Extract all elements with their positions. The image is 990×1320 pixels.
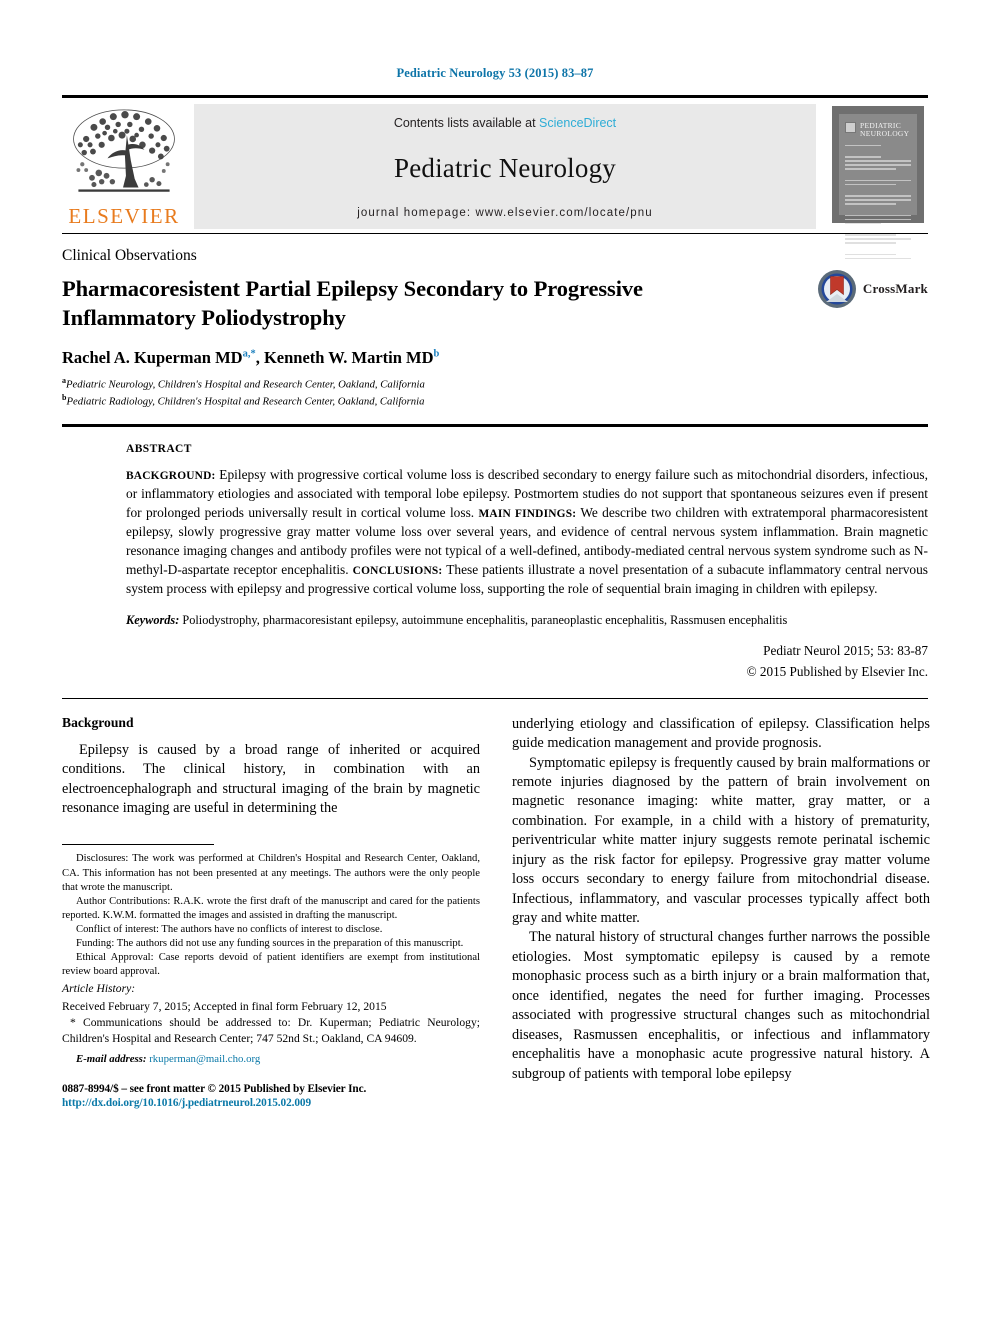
cover-frame: PEDIATRIC NEUROLOGY [832,106,924,260]
cover-publisher-icon [845,122,856,133]
contents-available-line: Contents lists available at ScienceDirec… [394,116,616,130]
author-2-affiliation-marker[interactable]: b [434,349,440,360]
journal-cover-thumbnail[interactable]: PEDIATRIC NEUROLOGY [826,104,928,260]
footnote-ethical-approval: Ethical Approval: Case reports devoid of… [62,951,480,978]
crossmark-label: CrossMark [862,281,928,296]
abstract-body: BACKGROUND: Epilepsy with progressive co… [126,465,928,599]
affiliation-a: aPediatric Neurology, Children's Hospita… [62,375,928,392]
contents-prefix: Contents lists available at [393,116,540,130]
paragraph-right-1-continued: underlying etiology and classification o… [512,715,930,752]
affiliation-b-text: Pediatric Radiology, Children's Hospital… [66,396,425,409]
elsevier-logo: ELSEVIER [62,104,186,229]
footnote-rule [62,844,214,846]
doi-link[interactable]: http://dx.doi.org/10.1016/j.pediatrneuro… [62,1097,480,1109]
cover-text-lines [845,144,911,262]
abstract-main-findings-label: MAIN FINDINGS: [478,508,577,520]
issn-line: 0887-8994/$ – see front matter © 2015 Pu… [62,1083,367,1096]
cover-journal-title: PEDIATRIC NEUROLOGY [860,121,910,139]
journal-title: Pediatric Neurology [394,153,616,183]
correspondence-note: * Communications should be addressed to:… [62,1016,480,1045]
keywords-label: Keywords: [126,613,180,628]
journal-banner: Contents lists available at ScienceDirec… [194,104,816,229]
paragraph-right-3: The natural history of structural change… [512,929,930,1082]
cover-title-line-2: NEUROLOGY [860,129,910,139]
cover-card: PEDIATRIC NEUROLOGY [839,114,917,260]
abstract-top-rule [62,423,928,427]
right-column: underlying etiology and classification o… [512,715,930,1110]
email-link[interactable]: rkuperman@mail.cho.org [149,1053,260,1065]
masthead-bottom-rule [62,233,928,234]
footnote-author-contributions: Author Contributions: R.A.K. wrote the f… [62,895,480,921]
elsevier-wordmark: ELSEVIER [68,204,180,228]
article-history-label: Article History: [62,982,136,996]
footnote-funding: Funding: The authors did not use any fun… [76,937,464,949]
article-history-dates: Received February 7, 2015; Accepted in f… [62,999,387,1013]
email-note: E-mail address: rkuperman@mail.cho.org [62,1053,480,1065]
paragraph-left-1: Epilepsy is caused by a broad range of i… [62,741,480,816]
page-title: Pharmacoresistent Partial Epilepsy Secon… [62,276,643,330]
footnote-block: Disclosures: The work was performed at C… [62,844,480,1109]
sciencedirect-link[interactable]: ScienceDirect [539,116,616,130]
abstract-background-label: BACKGROUND: [126,469,216,482]
title-area: Clinical Observations Pharmacoresistent … [62,247,928,410]
footnote-conflict-of-interest: Conflict of interest: The authors have n… [76,923,383,935]
body-top-rule [62,697,928,699]
crossmark-icon [817,270,856,308]
elsevier-tree-icon [73,109,175,192]
abstract-section: ABSTRACT BACKGROUND: Epilepsy with progr… [126,443,928,680]
author-1-affiliation-marker[interactable]: a,* [243,349,256,360]
keywords-line: Keywords: Poliodystrophy, pharmacoresist… [126,612,928,629]
citation-line: Pediatr Neurol 2015; 53: 83-87 [763,642,928,658]
author-1-name: Rachel A. Kuperman MD [62,348,243,368]
footnote-disclosures: Disclosures: The work was performed at C… [62,853,480,893]
running-head: Pediatric Neurology 53 (2015) 83–87 [396,66,594,80]
issn-block: 0887-8994/$ – see front matter © 2015 Pu… [62,1083,480,1109]
author-2-name: Kenneth W. Martin MD [263,348,434,368]
author-list: Rachel A. Kuperman MDa,*, Kenneth W. Mar… [62,348,440,368]
article-page: Pediatric Neurology 53 (2015) 83–87 ELSE… [0,0,990,1320]
crossmark-badge[interactable]: CrossMark [817,269,928,309]
left-column: Background Epilepsy is caused by a broad… [62,714,480,1109]
keywords-text: Poliodystrophy, pharmacoresistant epilep… [179,613,788,628]
cover-title-row: PEDIATRIC NEUROLOGY [845,121,911,139]
masthead-top-rule [62,95,928,98]
masthead: ELSEVIER Contents lists available at Sci… [62,95,928,260]
article-type-kicker: Clinical Observations [62,247,197,264]
section-heading-background: Background [62,714,134,730]
abstract-conclusions-label: CONCLUSIONS: [352,565,443,578]
affiliation-b: bPediatric Radiology, Children's Hospita… [62,392,928,409]
email-label: E-mail address: [76,1053,147,1066]
abstract-heading: ABSTRACT [126,442,192,455]
affiliation-a-text: Pediatric Neurology, Children's Hospital… [66,378,425,391]
paragraph-right-2: Symptomatic epilepsy is frequently cause… [512,754,930,927]
copyright-line: © 2015 Published by Elsevier Inc. [746,663,928,679]
journal-homepage[interactable]: journal homepage: www.elsevier.com/locat… [357,207,653,219]
body-columns: Background Epilepsy is caused by a broad… [62,714,930,1110]
